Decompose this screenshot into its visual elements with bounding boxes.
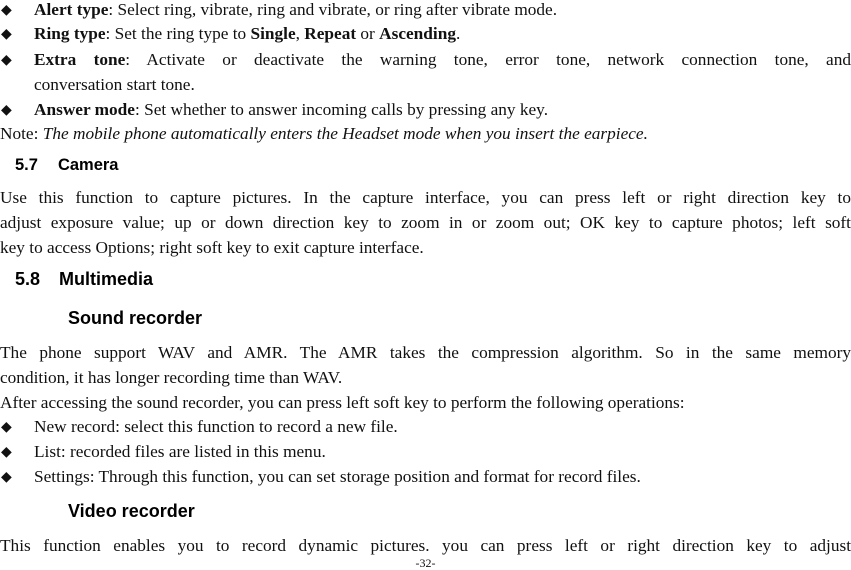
diamond-bullet-icon: ◆: [1, 469, 12, 485]
diamond-bullet-icon: ◆: [1, 52, 12, 68]
diamond-bullet-icon: ◆: [1, 102, 12, 118]
diamond-bullet-icon: ◆: [1, 444, 12, 460]
section-heading-camera: 5.7 Camera: [15, 156, 118, 175]
note-label: Note:: [0, 124, 43, 143]
term-alert-type: Alert type: [34, 0, 109, 19]
page-number: -32-: [415, 556, 436, 570]
diamond-bullet-icon: ◆: [1, 419, 12, 435]
section-heading-multimedia: 5.8 Multimedia: [15, 269, 153, 290]
term-ring-type: Ring type: [34, 24, 106, 43]
term-extra-tone: Extra tone: [34, 50, 126, 69]
section-number: 5.7: [15, 156, 38, 174]
subheading-video-recorder: Video recorder: [68, 501, 195, 521]
diamond-bullet-icon: ◆: [1, 2, 12, 18]
note: Note: The mobile phone automatically ent…: [0, 124, 851, 144]
term-answer-mode: Answer mode: [34, 100, 135, 119]
subheading-sound-recorder: Sound recorder: [68, 308, 203, 328]
sound-recorder-intro: After accessing the sound recorder, you …: [0, 393, 685, 412]
section-title: Camera: [57, 156, 119, 174]
video-recorder-paragraph: This function enables you to record dyna…: [0, 536, 851, 555]
section-title: Multimedia: [59, 269, 154, 289]
section-number: 5.8: [15, 269, 41, 289]
diamond-bullet-icon: ◆: [1, 26, 12, 42]
note-text: The mobile phone automatically enters th…: [42, 124, 648, 143]
